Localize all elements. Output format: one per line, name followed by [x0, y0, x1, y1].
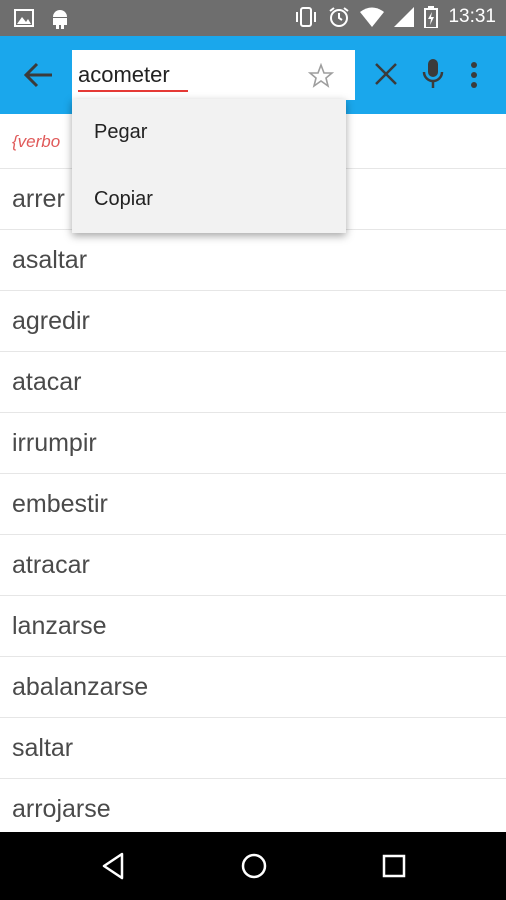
copy-label: Copiar — [94, 188, 153, 210]
search-input[interactable] — [78, 60, 298, 90]
list-item[interactable]: atacar — [0, 352, 506, 413]
list-item-label: asaltar — [12, 246, 88, 274]
list-item[interactable]: saltar — [0, 718, 506, 779]
voice-search-button[interactable] — [422, 58, 444, 90]
alarm-icon — [328, 6, 350, 28]
home-nav-button[interactable] — [238, 850, 270, 882]
list-item[interactable]: arrojarse — [0, 779, 506, 840]
list-item-label: arrojarse — [12, 795, 111, 823]
back-button[interactable] — [22, 60, 56, 90]
arrow-left-icon — [22, 62, 56, 94]
list-item[interactable]: atracar — [0, 535, 506, 596]
back-nav-button[interactable] — [98, 850, 130, 882]
search-box — [72, 50, 355, 100]
signal-icon — [394, 7, 415, 27]
star-icon — [307, 62, 335, 93]
list-item[interactable]: embestir — [0, 474, 506, 535]
list-item[interactable]: abalanzarse — [0, 657, 506, 718]
vibrate-icon — [294, 6, 318, 28]
square-recents-icon — [378, 854, 410, 886]
battery-icon — [424, 6, 439, 28]
wifi-icon — [360, 7, 385, 27]
close-icon — [374, 63, 398, 90]
more-vert-icon — [468, 62, 480, 94]
copy-menu-item[interactable]: Copiar — [72, 166, 346, 233]
list-item[interactable]: lanzarse — [0, 596, 506, 657]
list-item-label: agredir — [12, 307, 90, 335]
paste-menu-item[interactable]: Pegar — [72, 99, 346, 166]
text-selection-menu: Pegar Copiar — [72, 99, 346, 233]
spellcheck-underline — [78, 90, 188, 92]
list-item-label: arrer — [12, 185, 65, 213]
list-item-label: atacar — [12, 368, 82, 396]
triangle-back-icon — [98, 852, 130, 886]
part-of-speech-label: {verbo — [12, 132, 61, 151]
list-item-label: saltar — [12, 734, 74, 762]
microphone-icon — [422, 59, 444, 94]
list-item-label: embestir — [12, 490, 108, 518]
list-item-label: lanzarse — [12, 612, 107, 640]
image-icon — [14, 8, 34, 30]
list-item-label: irrumpir — [12, 429, 97, 457]
favorite-button[interactable] — [307, 62, 335, 89]
navigation-bar — [0, 832, 506, 900]
overflow-menu-button[interactable] — [468, 60, 480, 90]
list-item[interactable]: agredir — [0, 291, 506, 352]
android-icon — [50, 8, 70, 30]
list-item-label: abalanzarse — [12, 673, 149, 701]
status-time: 13:31 — [448, 6, 496, 27]
paste-label: Pegar — [94, 121, 148, 143]
list-item[interactable]: irrumpir — [0, 413, 506, 474]
list-item[interactable]: asaltar — [0, 230, 506, 291]
status-bar: 13:31 — [0, 0, 506, 36]
list-item-label: atracar — [12, 551, 90, 579]
clear-button[interactable] — [374, 62, 398, 86]
circle-home-icon — [238, 853, 270, 886]
recents-nav-button[interactable] — [378, 850, 410, 882]
